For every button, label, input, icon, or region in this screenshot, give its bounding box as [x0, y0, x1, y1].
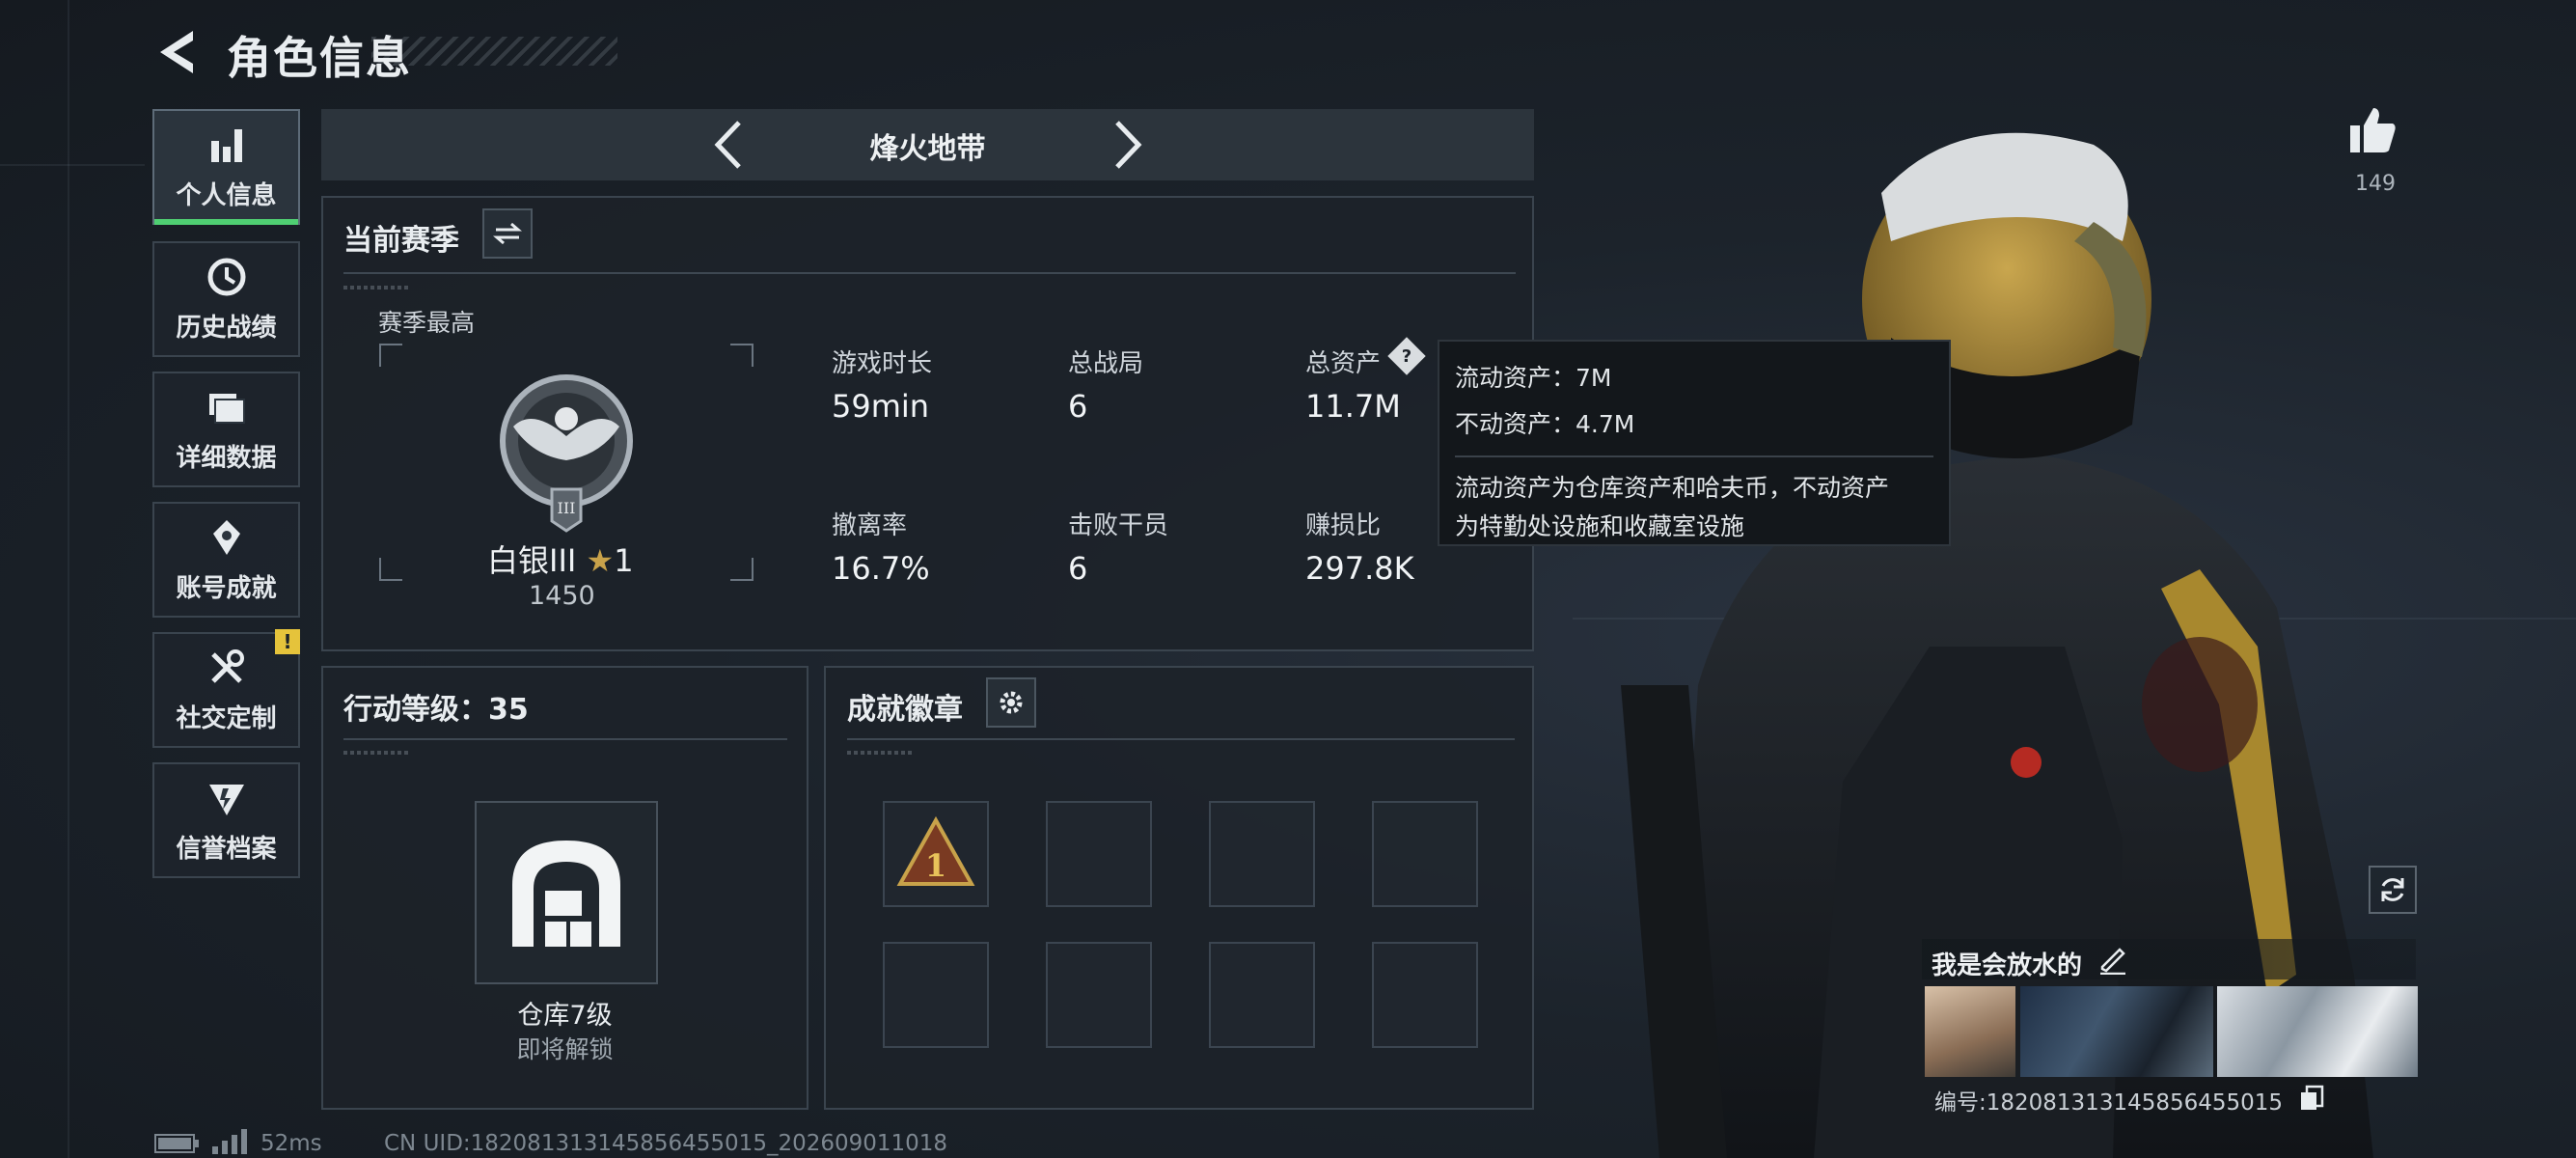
rule-decoration [847, 751, 915, 755]
stat-label: 击败干员 [1068, 511, 1169, 540]
like-count: 149 [2355, 172, 2396, 196]
signal-icon [212, 1129, 247, 1154]
player-card-banner[interactable] [2217, 986, 2418, 1077]
stat-label: 撤离率 [832, 511, 908, 540]
unlock-item-status: 即将解锁 [516, 1035, 614, 1063]
stat-value: 6 [1068, 388, 1088, 425]
stat-value: 11.7M [1305, 388, 1401, 425]
stat-label: 总战局 [1068, 349, 1144, 378]
edit-icon[interactable] [2098, 946, 2127, 975]
frame-corner [730, 344, 754, 367]
stat-label: 赚损比 [1305, 511, 1382, 540]
folder-icon [208, 393, 245, 424]
action-level-title: 行动等级：35 [343, 693, 529, 727]
back-icon[interactable] [154, 27, 201, 77]
player-name: 我是会放水的 [1932, 951, 2083, 980]
tools-icon [210, 648, 244, 683]
stat-value: 59min [832, 388, 930, 425]
page-title: 角色信息 [227, 32, 412, 84]
achievement-icon [212, 519, 240, 555]
gear-icon [1000, 691, 1023, 714]
badge-slot[interactable] [1209, 942, 1315, 1048]
season-best-label: 赛季最高 [378, 309, 476, 337]
warehouse-unlock-card[interactable] [475, 801, 658, 984]
tooltip-desc-line: 为特勤处设施和收藏室设施 [1455, 512, 1745, 540]
badges-title: 成就徽章 [847, 693, 963, 727]
svg-text:III: III [558, 499, 576, 517]
sidebar-item-credit[interactable]: 信誉档案 [152, 762, 300, 878]
chevron-right-icon[interactable] [1108, 119, 1146, 171]
battery-icon [154, 1134, 199, 1153]
unlock-item-name: 仓库7级 [517, 1001, 613, 1031]
warehouse-icon [512, 841, 620, 947]
deco-line [68, 0, 69, 1158]
tooltip-divider [1455, 455, 1933, 457]
divider [847, 738, 1515, 740]
badge-slot[interactable] [1046, 801, 1152, 907]
warning-badge: ! [275, 629, 300, 654]
copy-icon[interactable] [2299, 1085, 2324, 1112]
sidebar-item-detailed-data[interactable]: 详细数据 [152, 372, 300, 487]
uid-text: CN UID:1820813131458564550​15_2026090110… [384, 1131, 948, 1156]
frame-corner [379, 344, 402, 367]
rank-one-badge-icon: 1 [896, 815, 975, 886]
tooltip-fixed-assets: 不动资产：4.7M [1455, 410, 1635, 438]
swap-icon [493, 222, 522, 245]
rank-name-row: 白银III ★1 [487, 537, 646, 581]
clock-icon [207, 258, 245, 295]
rank-points: 1450 [529, 581, 595, 611]
refresh-button[interactable] [2369, 866, 2417, 914]
badge-slot[interactable] [1209, 801, 1315, 907]
divider [343, 272, 1516, 274]
tooltip-desc-line: 流动资产为仓库资产和哈夫币，不动资产 [1455, 474, 1890, 502]
refresh-icon [2381, 878, 2404, 901]
help-glyph: ? [1401, 345, 1412, 367]
badge-slot[interactable]: 1 [883, 801, 989, 907]
sidebar-item-achievements[interactable]: 账号成就 [152, 502, 300, 618]
rank-stars: 1 [614, 542, 634, 579]
stat-label: 总资产 [1305, 349, 1382, 378]
stat-value: 297.8K [1305, 550, 1414, 587]
frame-corner [379, 558, 402, 581]
star-icon: ★ [586, 542, 615, 579]
deco-line [0, 164, 145, 166]
season-title: 当前赛季 [343, 224, 459, 258]
sidebar-item-label: 社交定制 [176, 703, 277, 733]
mode-selector: 烽火地带 [321, 109, 1534, 180]
shield-icon [208, 784, 244, 815]
badge-slot[interactable] [883, 942, 989, 1048]
thumbs-up-icon[interactable] [2346, 104, 2398, 156]
player-id: 编号:1820813131458564550​15 [1934, 1090, 2284, 1116]
sidebar-item-label: 历史战绩 [176, 313, 277, 343]
badge-settings-button[interactable] [986, 677, 1036, 728]
player-card-banner[interactable] [2020, 986, 2213, 1077]
badge-slot[interactable] [1046, 942, 1152, 1048]
sidebar-item-personal-info[interactable]: 个人信息 [152, 109, 300, 225]
sidebar-item-history[interactable]: 历史战绩 [152, 241, 300, 357]
stat-label: 游戏时长 [832, 349, 933, 378]
rule-decoration [343, 286, 411, 290]
avatar[interactable] [1925, 986, 2015, 1077]
silver-rank-emblem-icon: III [500, 374, 633, 533]
stat-value: 6 [1068, 550, 1088, 587]
sidebar-item-label: 个人信息 [176, 180, 277, 210]
badge-slot[interactable] [1372, 942, 1478, 1048]
sidebar-item-label: 详细数据 [176, 443, 277, 473]
sidebar-item-label: 信誉档案 [176, 834, 277, 864]
divider [343, 738, 787, 740]
badge-slot[interactable] [1372, 801, 1478, 907]
switch-season-button[interactable] [482, 208, 533, 259]
mode-title: 烽火地带 [869, 132, 986, 166]
frame-corner [730, 558, 754, 581]
assets-tooltip: 流动资产：7M 不动资产：4.7M 流动资产为仓库资产和哈夫币，不动资产 为特勤… [1438, 340, 1951, 546]
rule-decoration [343, 751, 411, 755]
bar-chart-icon [210, 128, 242, 162]
svg-text:1: 1 [925, 847, 946, 884]
tooltip-liquid-assets: 流动资产：7M [1455, 364, 1612, 392]
sidebar-item-label: 账号成就 [176, 573, 277, 603]
ping-value: 52ms [260, 1131, 322, 1156]
rank-name: 白银III [487, 542, 577, 579]
stat-value: 16.7% [832, 550, 930, 587]
